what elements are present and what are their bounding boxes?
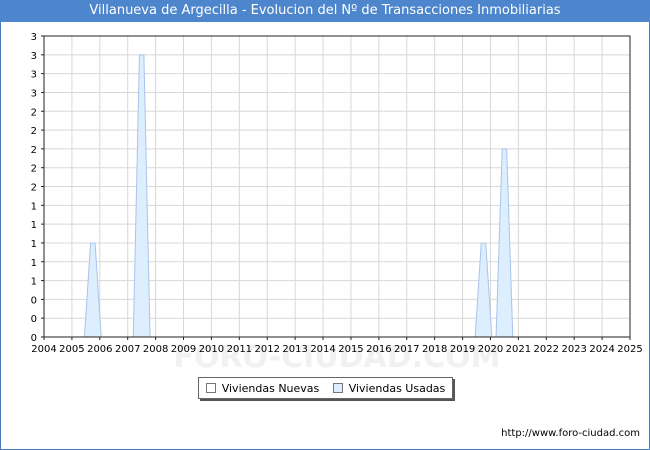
y-tick-label: 0 [31, 314, 37, 325]
y-tick-label: 0 [31, 333, 37, 344]
x-tick-label: 2005 [59, 344, 84, 355]
y-tick-label: 3 [31, 70, 37, 81]
x-tick-label: 2018 [422, 344, 447, 355]
y-tick-label: 2 [31, 183, 37, 194]
x-tick-label: 2020 [478, 344, 503, 355]
legend-item-usadas: Viviendas Usadas [332, 381, 446, 395]
legend-label-usadas: Viviendas Usadas [348, 381, 446, 395]
x-tick-label: 2023 [561, 344, 586, 355]
y-tick-label: 2 [31, 107, 37, 118]
x-tick-label: 2006 [87, 344, 112, 355]
y-tick-label: 2 [31, 145, 37, 156]
x-tick-label: 2016 [366, 344, 391, 355]
y-tick-label: 1 [31, 258, 37, 269]
x-tick-label: 2013 [282, 344, 307, 355]
x-tick-label: 2019 [450, 344, 475, 355]
y-tick-label: 1 [31, 277, 37, 288]
x-tick-label: 2015 [338, 344, 363, 355]
x-tick-label: 2022 [534, 344, 559, 355]
x-tick-label: 2017 [394, 344, 419, 355]
y-tick-label: 3 [31, 32, 37, 43]
y-tick-label: 1 [31, 239, 37, 250]
y-tick-label: 1 [31, 220, 37, 231]
x-tick-label: 2012 [255, 344, 280, 355]
legend-item-nuevas: Viviendas Nuevas [205, 381, 320, 395]
x-tick-label: 2025 [617, 344, 642, 355]
legend-label-nuevas: Viviendas Nuevas [221, 381, 320, 395]
x-tick-label: 2011 [227, 344, 252, 355]
source-link[interactable]: http://www.foro-ciudad.com [501, 428, 640, 439]
y-tick-label: 0 [31, 295, 37, 306]
x-tick-label: 2004 [31, 344, 56, 355]
legend-swatch-nuevas [205, 383, 216, 393]
x-tick-label: 2021 [506, 344, 531, 355]
y-tick-label: 1 [31, 201, 37, 212]
legend: Viviendas Nuevas Viviendas Usadas [198, 377, 453, 399]
x-tick-label: 2007 [115, 344, 140, 355]
y-tick-label: 2 [31, 164, 37, 175]
y-tick-label: 3 [31, 51, 37, 62]
x-tick-label: 2008 [143, 344, 168, 355]
y-tick-label: 2 [31, 126, 37, 137]
legend-swatch-usadas [332, 383, 343, 393]
y-tick-label: 3 [31, 88, 37, 99]
x-tick-label: 2024 [589, 344, 614, 355]
x-tick-label: 2009 [171, 344, 196, 355]
x-tick-label: 2014 [310, 344, 335, 355]
x-tick-label: 2010 [199, 344, 224, 355]
